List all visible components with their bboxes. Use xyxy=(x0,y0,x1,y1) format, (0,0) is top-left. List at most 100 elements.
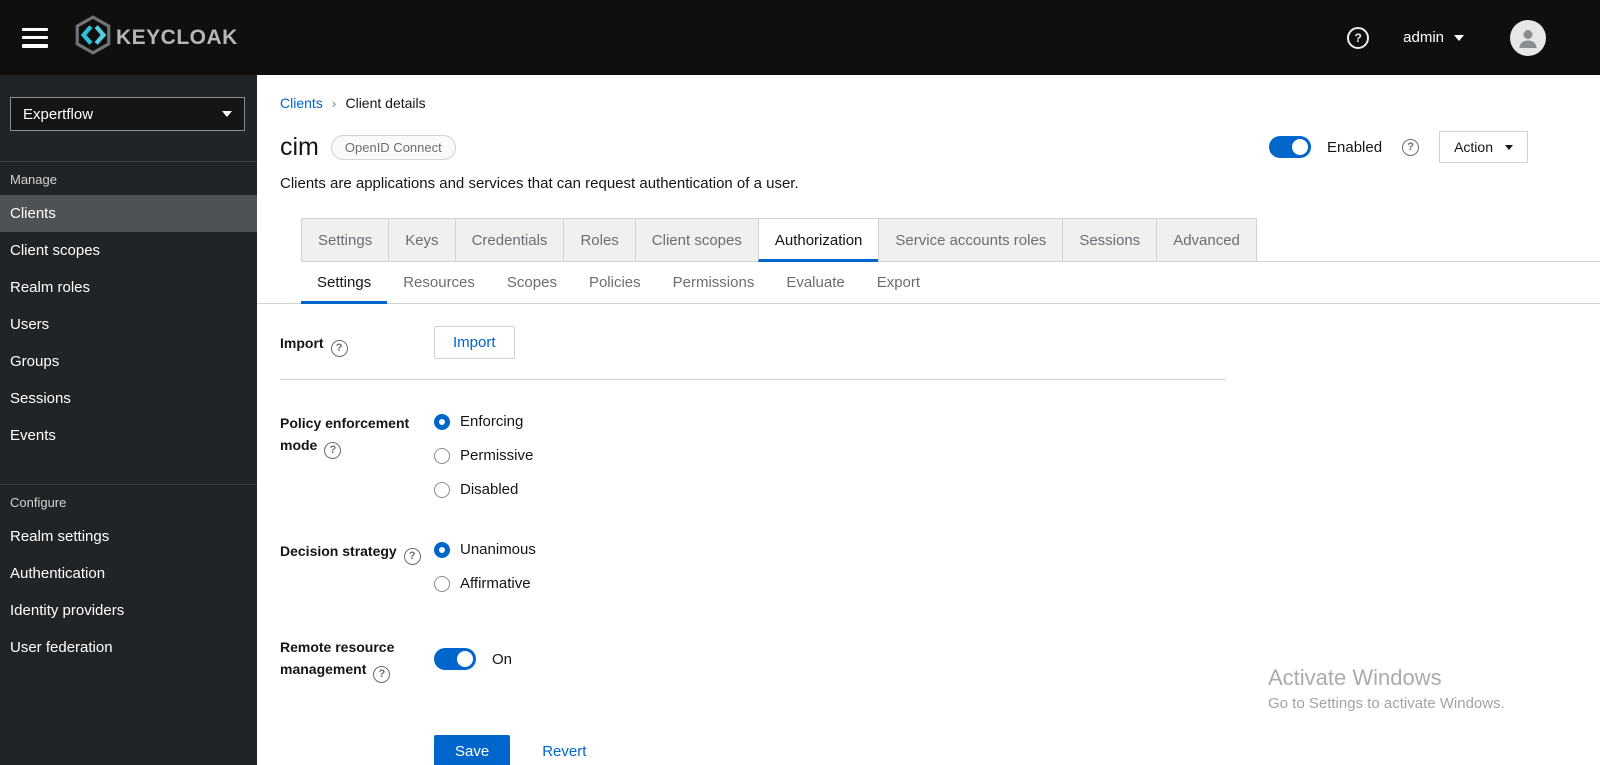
decision-strategy-radio-group: Unanimous Affirmative xyxy=(434,534,536,596)
nav-section-label: Manage xyxy=(10,172,57,187)
nav-section-manage: Manage Clients Client scopes Realm roles… xyxy=(0,161,257,454)
sidebar-item-events[interactable]: Events xyxy=(0,417,257,454)
sidebar-item-realm-roles[interactable]: Realm roles xyxy=(0,269,257,306)
masthead-right: ? admin xyxy=(1347,19,1546,56)
policy-enforcement-help-icon[interactable]: ? xyxy=(324,441,342,459)
sidebar: Expertflow Manage Clients Client scopes … xyxy=(0,75,257,765)
masthead: KEYCLOAK ? admin xyxy=(0,0,1600,75)
import-button[interactable]: Import xyxy=(434,326,515,359)
enabled-label: Enabled xyxy=(1327,138,1383,156)
radio-affirmative[interactable]: Affirmative xyxy=(434,572,536,596)
remote-resource-toggle[interactable] xyxy=(434,648,476,671)
subtab-policies[interactable]: Policies xyxy=(573,262,657,303)
breadcrumb-link-clients[interactable]: Clients xyxy=(280,95,323,111)
policy-enforcement-mode-row: Policy enforcement mode? Enforcing Permi… xyxy=(280,406,1600,502)
realm-name: Expertflow xyxy=(23,105,94,123)
decision-strategy-row: Decision strategy? Unanimous Affirmative xyxy=(280,534,1600,596)
subtab-settings[interactable]: Settings xyxy=(301,262,388,304)
remote-resource-help-icon[interactable]: ? xyxy=(373,665,391,683)
tab-client-scopes[interactable]: Client scopes xyxy=(634,218,759,262)
sidebar-item-identity-providers[interactable]: Identity providers xyxy=(0,592,257,629)
subtab-export[interactable]: Export xyxy=(861,262,936,303)
user-menu[interactable]: admin xyxy=(1403,29,1464,46)
user-silhouette-icon xyxy=(1519,29,1537,48)
revert-button[interactable]: Revert xyxy=(542,743,586,760)
sidebar-item-authentication[interactable]: Authentication xyxy=(0,555,257,592)
import-help-icon[interactable]: ? xyxy=(330,339,348,357)
main-content: Clients › Client details cim OpenID Conn… xyxy=(257,75,1600,765)
keycloak-logo-icon xyxy=(72,14,116,61)
protocol-badge: OpenID Connect xyxy=(330,134,456,160)
action-label: Action xyxy=(1454,139,1493,155)
enabled-help-icon[interactable]: ? xyxy=(1402,138,1420,156)
sidebar-item-clients[interactable]: Clients xyxy=(0,195,257,232)
watermark-line2: Go to Settings to activate Windows. xyxy=(1268,695,1505,712)
brand-text: KEYCLOAK xyxy=(116,25,238,49)
header-controls: Enabled ? Action xyxy=(1269,131,1528,163)
enabled-toggle[interactable] xyxy=(1269,136,1312,158)
masthead-left: KEYCLOAK xyxy=(12,14,238,61)
client-description: Clients are applications and services th… xyxy=(280,175,799,192)
tab-keys[interactable]: Keys xyxy=(388,218,456,262)
tab-sessions[interactable]: Sessions xyxy=(1062,218,1158,262)
tab-roles[interactable]: Roles xyxy=(563,218,636,262)
authorization-sub-tabs: Settings Resources Scopes Policies Permi… xyxy=(257,262,1600,304)
chevron-down-icon xyxy=(222,111,232,117)
tab-service-accounts-roles[interactable]: Service accounts roles xyxy=(878,218,1064,262)
chevron-down-icon xyxy=(1454,34,1464,41)
action-dropdown[interactable]: Action xyxy=(1439,131,1528,163)
realm-selector[interactable]: Expertflow xyxy=(10,97,245,131)
remote-resource-control: On xyxy=(434,630,512,683)
policy-enforcement-radio-group: Enforcing Permissive Disabled xyxy=(434,406,533,502)
page-title: cim xyxy=(280,132,319,161)
tab-settings[interactable]: Settings xyxy=(301,218,390,262)
radio-icon xyxy=(434,414,450,430)
subtab-permissions[interactable]: Permissions xyxy=(657,262,771,303)
subtab-scopes[interactable]: Scopes xyxy=(491,262,573,303)
nav-section-label: Configure xyxy=(10,495,67,510)
save-button[interactable]: Save xyxy=(434,734,511,765)
page-header: cim OpenID Connect Enabled ? Action xyxy=(280,131,1600,163)
radio-disabled[interactable]: Disabled xyxy=(434,478,533,502)
nav-section-configure: Configure Realm settings Authentication … xyxy=(0,484,257,666)
decision-strategy-label: Decision strategy? xyxy=(280,534,434,596)
masthead-help-icon[interactable]: ? xyxy=(1347,26,1370,49)
radio-icon xyxy=(434,482,450,498)
radio-unanimous[interactable]: Unanimous xyxy=(434,538,536,562)
keycloak-admin-console: KEYCLOAK ? admin Expertflow Manage Clien… xyxy=(0,0,1600,765)
sidebar-item-client-scopes[interactable]: Client scopes xyxy=(0,232,257,269)
remote-resource-management-label: Remote resource management? xyxy=(280,630,434,683)
radio-permissive[interactable]: Permissive xyxy=(434,444,533,468)
tab-authorization[interactable]: Authorization xyxy=(757,218,880,262)
import-row: Import? Import xyxy=(280,326,1600,359)
breadcrumb-separator-icon: › xyxy=(331,95,337,111)
remote-resource-state-label: On xyxy=(492,650,513,668)
divider xyxy=(280,379,1226,380)
sidebar-item-realm-settings[interactable]: Realm settings xyxy=(0,518,257,555)
subtab-resources[interactable]: Resources xyxy=(387,262,491,303)
tab-advanced[interactable]: Advanced xyxy=(1156,218,1257,262)
radio-enforcing[interactable]: Enforcing xyxy=(434,410,533,434)
username-label: admin xyxy=(1403,29,1444,46)
radio-icon xyxy=(434,448,450,464)
radio-icon xyxy=(434,542,450,558)
windows-activation-watermark: Activate Windows Go to Settings to activ… xyxy=(1268,665,1505,712)
policy-enforcement-mode-label: Policy enforcement mode? xyxy=(280,406,434,502)
subtab-evaluate[interactable]: Evaluate xyxy=(770,262,860,303)
radio-icon xyxy=(434,576,450,592)
import-label: Import? xyxy=(280,326,434,359)
breadcrumb-current: Client details xyxy=(345,95,426,111)
sidebar-item-user-federation[interactable]: User federation xyxy=(0,629,257,666)
sidebar-item-groups[interactable]: Groups xyxy=(0,343,257,380)
tab-credentials[interactable]: Credentials xyxy=(454,218,565,262)
sidebar-item-users[interactable]: Users xyxy=(0,306,257,343)
breadcrumb: Clients › Client details xyxy=(280,95,1600,111)
chevron-down-icon xyxy=(1505,144,1513,150)
decision-strategy-help-icon[interactable]: ? xyxy=(403,547,421,565)
hamburger-menu-icon[interactable] xyxy=(22,27,48,48)
main-tabs: Settings Keys Credentials Roles Client s… xyxy=(301,218,1600,262)
keycloak-logo: KEYCLOAK xyxy=(72,14,238,61)
avatar[interactable] xyxy=(1510,19,1546,56)
watermark-line1: Activate Windows xyxy=(1268,665,1442,690)
sidebar-item-sessions[interactable]: Sessions xyxy=(0,380,257,417)
